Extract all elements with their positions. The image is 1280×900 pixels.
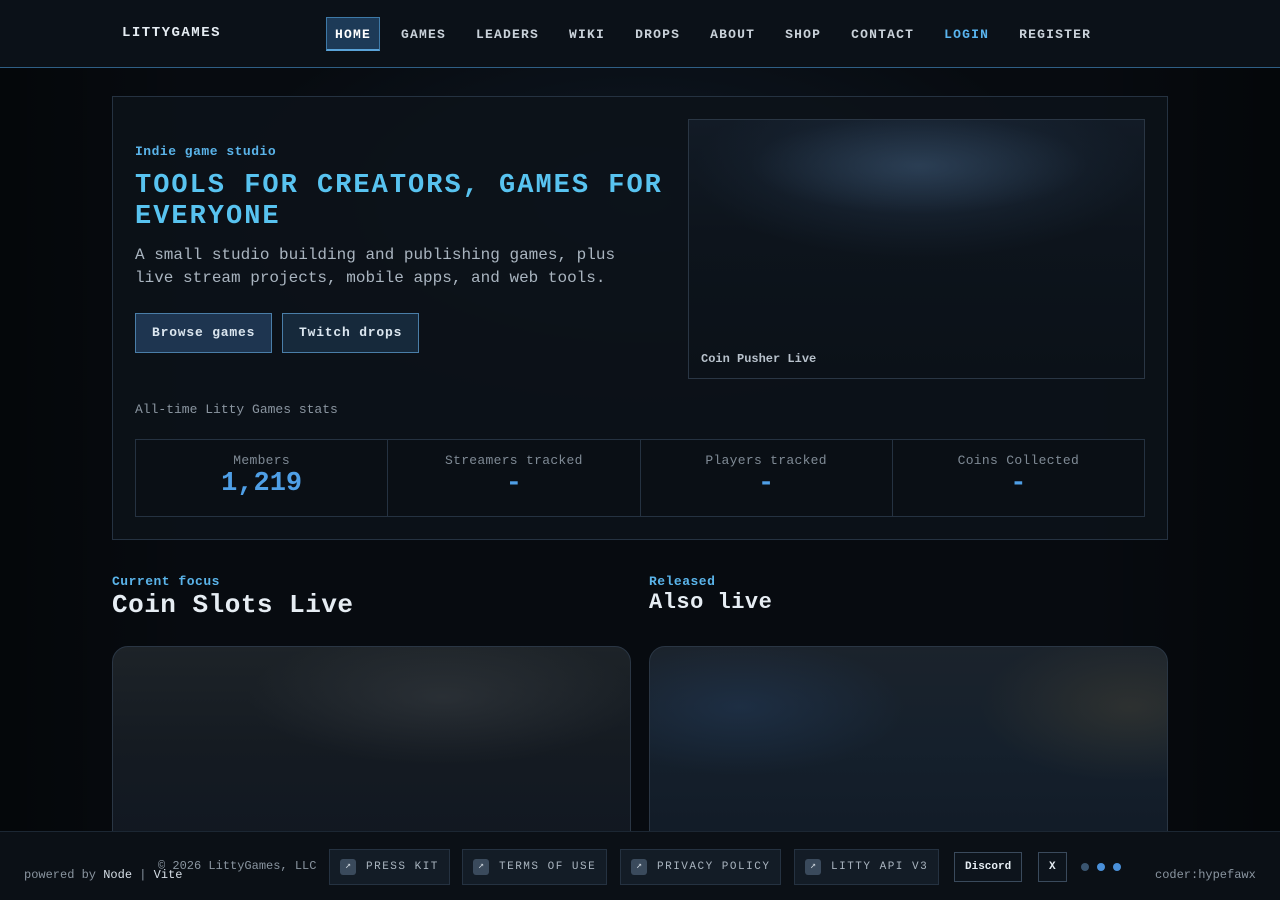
- section-title: Coin Slots Live: [112, 590, 354, 620]
- stat-coins: Coins Collected -: [893, 440, 1144, 516]
- nav-item-about[interactable]: ABOUT: [701, 17, 764, 51]
- released-heading: Released Also live: [649, 574, 772, 615]
- x-button[interactable]: X: [1038, 852, 1067, 882]
- link-label: TERMS OF USE: [499, 861, 597, 873]
- copyright: © 2026 LittyGames, LLC: [158, 859, 317, 873]
- carousel-dots: [1081, 863, 1129, 871]
- nav-item-register[interactable]: REGISTER: [1010, 17, 1100, 51]
- powered-sep: |: [139, 868, 147, 882]
- carousel-dot[interactable]: [1081, 863, 1089, 871]
- stat-streamers: Streamers tracked -: [388, 440, 641, 516]
- external-link-icon: ↗: [473, 859, 489, 875]
- stat-label: Players tracked: [705, 453, 827, 468]
- link-label: PRESS KIT: [366, 861, 439, 873]
- hero-title: TOOLS FOR CREATORS, GAMES FOR EVERYONE: [135, 171, 663, 232]
- stat-label: Streamers tracked: [445, 453, 583, 468]
- brand-logo[interactable]: LITTYGAMES: [122, 25, 221, 41]
- press-kit-link[interactable]: ↗ PRESS KIT: [329, 849, 450, 885]
- stat-label: Members: [233, 453, 290, 468]
- discord-button[interactable]: Discord: [954, 852, 1023, 882]
- current-focus-heading: Current focus Coin Slots Live: [112, 574, 354, 620]
- stats-grid: Members 1,219 Streamers tracked - Player…: [135, 439, 1145, 517]
- nav-links: HOME GAMES LEADERS WIKI DROPS ABOUT SHOP…: [326, 17, 1112, 51]
- stat-players: Players tracked -: [641, 440, 893, 516]
- terms-of-use-link[interactable]: ↗ TERMS OF USE: [462, 849, 608, 885]
- coder-credit: coder:hypefawx: [1155, 868, 1256, 882]
- carousel-dot[interactable]: [1097, 863, 1105, 871]
- nav-item-leaders[interactable]: LEADERS: [467, 17, 548, 51]
- hero-media-preview[interactable]: Coin Pusher Live: [688, 119, 1145, 379]
- nav-item-shop[interactable]: SHOP: [776, 17, 830, 51]
- hero-panel: Indie game studio TOOLS FOR CREATORS, GA…: [112, 96, 1168, 540]
- stat-label: Coins Collected: [957, 453, 1080, 468]
- browse-games-button[interactable]: Browse games: [135, 313, 273, 353]
- litty-api-link[interactable]: ↗ LITTY API V3: [794, 849, 940, 885]
- nav-item-drops[interactable]: DROPS: [626, 17, 689, 51]
- nav-item-games[interactable]: GAMES: [392, 17, 455, 51]
- powered-node: Node: [103, 868, 133, 882]
- powered-prefix: powered by: [24, 868, 97, 882]
- section-eyebrow: Current focus: [112, 574, 220, 589]
- stat-value: -: [758, 469, 775, 499]
- external-link-icon: ↗: [805, 859, 821, 875]
- stat-members: Members 1,219: [136, 440, 389, 516]
- stats-label: All-time Litty Games stats: [135, 402, 338, 417]
- external-link-icon: ↗: [340, 859, 356, 875]
- privacy-policy-link[interactable]: ↗ PRIVACY POLICY: [620, 849, 782, 885]
- hero-description: A small studio building and publishing g…: [135, 246, 616, 287]
- carousel-dot[interactable]: [1113, 863, 1121, 871]
- nav-item-wiki[interactable]: WIKI: [560, 17, 614, 51]
- nav-item-login[interactable]: LOGIN: [935, 17, 998, 51]
- nav-item-home[interactable]: HOME: [326, 17, 381, 51]
- media-caption: Coin Pusher Live: [701, 352, 817, 366]
- hero-eyebrow: Indie game studio: [135, 144, 277, 159]
- stat-value: 1,219: [221, 469, 303, 499]
- twitch-drops-button[interactable]: Twitch drops: [282, 313, 420, 353]
- stat-value: -: [505, 469, 522, 499]
- nav-item-contact[interactable]: CONTACT: [842, 17, 923, 51]
- section-title: Also live: [649, 590, 773, 615]
- footer: powered by Node | Vite © 2026 LittyGames…: [0, 831, 1280, 900]
- external-link-icon: ↗: [631, 859, 647, 875]
- link-label: PRIVACY POLICY: [657, 861, 771, 873]
- section-eyebrow: Released: [649, 574, 716, 589]
- top-navigation: LITTYGAMES HOME GAMES LEADERS WIKI DROPS…: [0, 0, 1280, 68]
- link-label: LITTY API V3: [831, 861, 929, 873]
- stat-value: -: [1010, 469, 1027, 499]
